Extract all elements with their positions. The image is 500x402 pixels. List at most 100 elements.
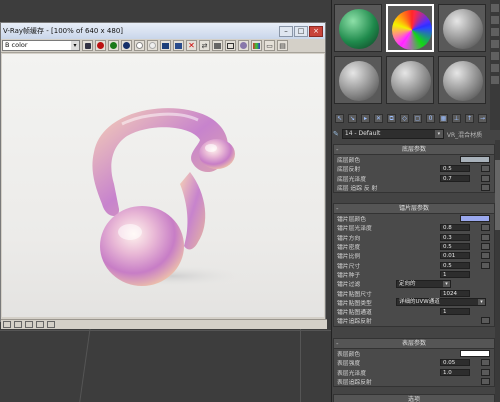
sample-type-icon[interactable] xyxy=(491,4,499,12)
param-spinner[interactable]: 0.3 xyxy=(440,233,470,241)
rollout-header[interactable]: 选项 xyxy=(334,395,494,402)
reset-map-icon[interactable]: ✕ xyxy=(374,113,383,123)
colors-icon[interactable] xyxy=(251,40,262,51)
param-spinner[interactable]: 0.8 xyxy=(440,224,470,232)
param-label: 镭片贴图类型 xyxy=(337,300,372,307)
status-icon[interactable] xyxy=(47,321,55,328)
checkbox[interactable] xyxy=(481,184,490,192)
map-button[interactable] xyxy=(481,261,490,269)
param-spinner[interactable]: 1 xyxy=(440,308,470,316)
material-id-icon[interactable]: 0 xyxy=(426,113,435,123)
param-spinner[interactable]: 1.0 xyxy=(440,368,470,376)
eyedropper-icon[interactable]: ✎ xyxy=(333,130,339,138)
compare-icon[interactable] xyxy=(212,40,223,51)
param-spinner[interactable]: 1024 xyxy=(440,289,470,297)
options-icon[interactable] xyxy=(491,76,499,84)
mono-channel-button[interactable] xyxy=(147,40,158,51)
material-slot[interactable] xyxy=(438,4,486,52)
rollout-header[interactable]: - 底层参数 xyxy=(334,145,494,155)
go-to-parent-icon[interactable]: ↑ xyxy=(465,113,474,123)
backlight-icon[interactable] xyxy=(491,16,499,24)
color-swatch[interactable] xyxy=(460,156,490,164)
rollout-title: 选项 xyxy=(407,396,420,402)
print-icon[interactable]: ▭ xyxy=(264,40,275,51)
color-swatch[interactable] xyxy=(460,350,490,358)
make-preview-icon[interactable] xyxy=(491,64,499,72)
status-icon[interactable] xyxy=(25,321,33,328)
param-spinner[interactable]: 0.01 xyxy=(440,252,470,260)
background-icon[interactable] xyxy=(491,28,499,36)
load-image-icon[interactable] xyxy=(173,40,184,51)
red-channel-button[interactable] xyxy=(95,40,106,51)
param-label: 底层光泽度 xyxy=(337,176,366,183)
show-end-result-icon[interactable]: ⊥ xyxy=(452,113,461,123)
vray-frame-buffer-window[interactable]: V-Ray帧缓存 - [100% of 640 x 480] – □ × B c… xyxy=(0,22,327,329)
save-image-icon[interactable] xyxy=(160,40,171,51)
checkbox[interactable] xyxy=(481,317,490,325)
material-type-button[interactable]: VR_混合材质 xyxy=(447,130,482,139)
map-button[interactable] xyxy=(481,224,490,232)
status-icon[interactable] xyxy=(36,321,44,328)
get-material-icon[interactable]: ↖ xyxy=(335,113,344,123)
param-spinner[interactable]: 0.7 xyxy=(440,174,470,182)
show-map-icon[interactable]: ▦ xyxy=(439,113,448,123)
rollout-header[interactable]: - 表层参数 xyxy=(334,339,494,349)
checkbox[interactable] xyxy=(481,378,490,386)
param-spinner[interactable]: 0.5 xyxy=(440,261,470,269)
vfb-titlebar[interactable]: V-Ray帧缓存 - [100% of 640 x 480] – □ × xyxy=(1,23,325,39)
material-scrollbar[interactable] xyxy=(495,140,500,402)
unique-icon[interactable]: ◇ xyxy=(400,113,409,123)
material-slot[interactable] xyxy=(334,56,382,104)
map-button[interactable] xyxy=(481,252,490,260)
material-name-field[interactable]: 14 - Default ▾ xyxy=(341,129,444,139)
dropdown-value: 定向的 xyxy=(399,280,416,287)
param-spinner[interactable]: 0.5 xyxy=(440,165,470,173)
material-slot[interactable] xyxy=(334,4,382,52)
region-render-icon[interactable] xyxy=(225,40,236,51)
viewport-grid-line xyxy=(0,330,334,331)
material-slot-active[interactable] xyxy=(386,4,434,52)
material-toolbar: ↖ ↘ ▸ ✕ ⧉ ◇ ▢ 0 ▦ ⊥ ↑ → xyxy=(333,112,493,124)
lens-effects-icon[interactable] xyxy=(238,40,249,51)
param-spinner[interactable]: 0.05 xyxy=(440,359,470,367)
material-slot[interactable] xyxy=(438,56,486,104)
flake-map-type-dropdown[interactable]: 详细的UVW通道 ▾ xyxy=(396,298,486,307)
alpha-channel-button[interactable] xyxy=(134,40,145,51)
minimize-button[interactable]: – xyxy=(279,25,293,37)
param-label: 镭片方向 xyxy=(337,235,361,242)
status-icon[interactable] xyxy=(3,321,11,328)
param-label: 镭片贴图通道 xyxy=(337,310,372,317)
map-button[interactable] xyxy=(481,368,490,376)
track-mouse-icon[interactable]: ⇄ xyxy=(199,40,210,51)
clear-icon[interactable]: ✕ xyxy=(186,40,197,51)
map-button[interactable] xyxy=(481,359,490,367)
color-swatch[interactable] xyxy=(460,215,490,223)
status-icon[interactable] xyxy=(14,321,22,328)
scrollbar-thumb[interactable] xyxy=(495,160,500,230)
param-row: 底层反射 0.5 xyxy=(334,164,494,173)
save-icon[interactable] xyxy=(82,40,93,51)
go-forward-icon[interactable]: → xyxy=(478,113,487,123)
put-to-library-icon[interactable]: ▢ xyxy=(413,113,422,123)
maximize-button[interactable]: □ xyxy=(294,25,308,37)
green-channel-button[interactable] xyxy=(108,40,119,51)
param-spinner[interactable]: 1 xyxy=(440,270,470,278)
param-spinner[interactable]: 0.5 xyxy=(440,243,470,251)
uv-tiling-icon[interactable] xyxy=(491,40,499,48)
blue-channel-button[interactable] xyxy=(121,40,132,51)
assign-to-selection-icon[interactable]: ▸ xyxy=(361,113,370,123)
rollout-title: 表层参数 xyxy=(401,340,426,347)
channel-select[interactable]: B color ▾ xyxy=(2,40,80,51)
put-to-scene-icon[interactable]: ↘ xyxy=(348,113,357,123)
video-check-icon[interactable] xyxy=(491,52,499,60)
close-button[interactable]: × xyxy=(309,25,323,37)
map-button[interactable] xyxy=(481,165,490,173)
map-button[interactable] xyxy=(481,233,490,241)
rollout-header[interactable]: - 镭片层参数 xyxy=(334,204,494,214)
material-slot[interactable] xyxy=(386,56,434,104)
histogram-icon[interactable]: ▤ xyxy=(277,40,288,51)
map-button[interactable] xyxy=(481,174,490,182)
copy-material-icon[interactable]: ⧉ xyxy=(387,113,396,123)
map-button[interactable] xyxy=(481,243,490,251)
flake-filter-dropdown[interactable]: 定向的 ▾ xyxy=(396,279,451,288)
